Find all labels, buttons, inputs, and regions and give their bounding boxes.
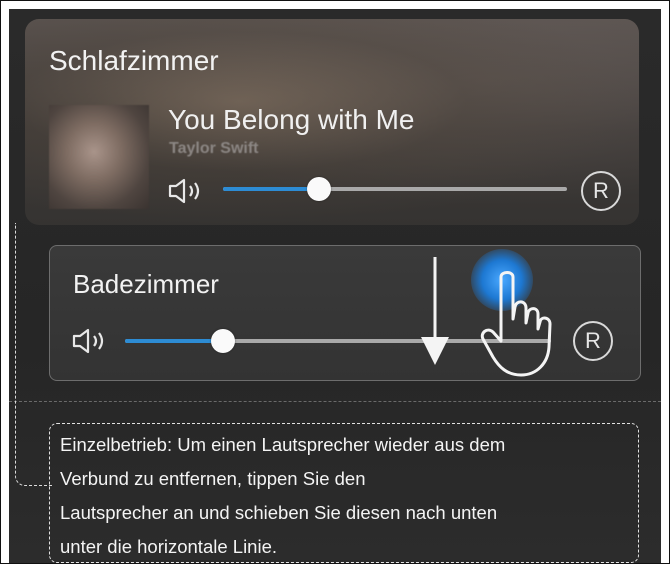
room-r-button[interactable]: R (581, 171, 621, 211)
room-name: Badezimmer (73, 269, 219, 299)
horizontal-group-divider (9, 401, 661, 402)
room-name: Schlafzimmer (49, 45, 219, 76)
screenshot-frame: Schlafzimmer You Belong with Me Taylor S… (0, 0, 670, 564)
speaker-icon (72, 328, 104, 354)
callout-line: Lautsprecher an und schieben Sie diesen … (60, 502, 498, 523)
arrow-down-icon (421, 257, 449, 365)
callout-line: unter die horizontale Linie. (60, 536, 278, 557)
callout-line: Einzelbetrieb: Um einen Lautsprecher wie… (60, 434, 506, 455)
room-r-button[interactable]: R (573, 321, 613, 361)
callout-connector (15, 223, 52, 486)
song-title: You Belong with Me (168, 104, 415, 135)
instruction-callout: Einzelbetrieb: Um einen Lautsprecher wie… (49, 423, 639, 563)
volume-slider-fill (125, 339, 223, 343)
album-art (49, 105, 149, 209)
volume-slider-knob[interactable] (210, 329, 235, 353)
hand-pointer-icon (480, 271, 552, 377)
volume-slider-fill (223, 187, 320, 191)
speaker-icon (168, 178, 200, 204)
artist-name: Taylor Swift (169, 140, 259, 157)
callout-line: Verbund zu entfernen, tippen Sie den (60, 468, 366, 489)
